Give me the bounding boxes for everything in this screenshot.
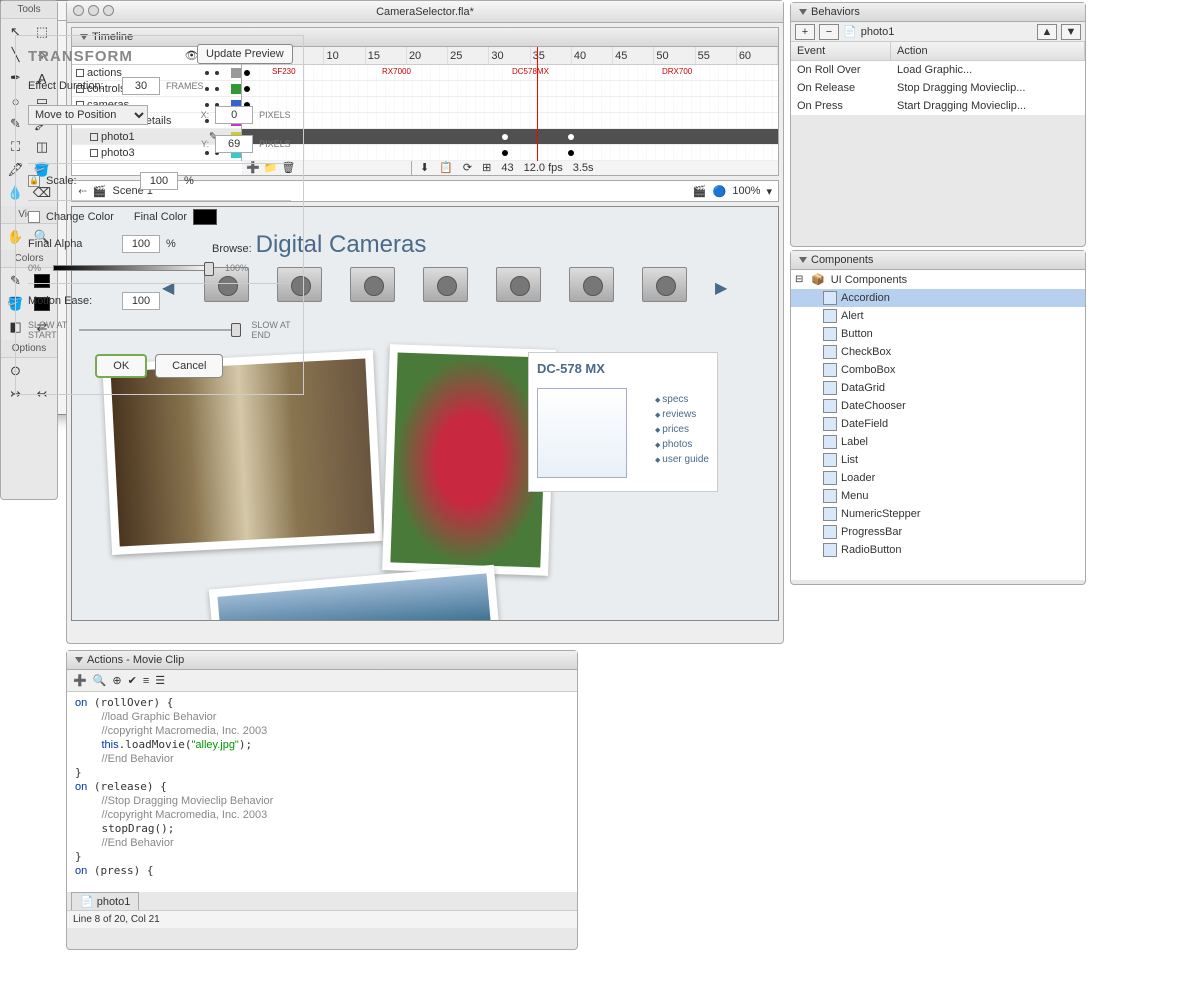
hint-button[interactable]: ☰	[155, 674, 165, 687]
component-datagrid[interactable]: DataGrid	[791, 379, 1085, 397]
target-button[interactable]: ⊕	[112, 674, 121, 687]
components-title: Components	[811, 254, 873, 266]
scale-input[interactable]	[140, 172, 178, 190]
camera-thumb-6[interactable]	[569, 267, 614, 302]
component-menu[interactable]: Menu	[791, 487, 1085, 505]
component-label[interactable]: Label	[791, 433, 1085, 451]
ease-slider[interactable]	[79, 329, 239, 331]
component-checkbox[interactable]: CheckBox	[791, 343, 1085, 361]
move-select[interactable]: Move to Position	[28, 105, 148, 125]
event-header[interactable]: Event	[791, 42, 891, 60]
link-specs[interactable]: specs	[655, 392, 709, 407]
playhead[interactable]	[537, 47, 538, 161]
camera-thumb-4[interactable]	[423, 267, 468, 302]
component-numstepper[interactable]: NumericStepper	[791, 505, 1085, 523]
x-input[interactable]	[215, 106, 253, 124]
zoom-value[interactable]: 100%	[732, 185, 760, 197]
edit-scene-icon[interactable]: 🎬	[693, 185, 707, 198]
edit-symbol-icon[interactable]: 🔵	[713, 185, 727, 198]
link-guide[interactable]: user guide	[655, 452, 709, 467]
move-down-button[interactable]: ▼	[1061, 24, 1081, 40]
product-diagram	[537, 388, 627, 478]
script-tab[interactable]: 📄 photo1	[71, 892, 139, 910]
behaviors-title: Behaviors	[811, 6, 860, 18]
component-alert[interactable]: Alert	[791, 307, 1085, 325]
update-preview-button[interactable]: Update Preview	[197, 44, 293, 64]
behavior-target: photo1	[861, 26, 895, 38]
camera-thumb-3[interactable]	[350, 267, 395, 302]
actions-toolbar: ➕ 🔍 ⊕ ✔ ≡ ☰	[67, 670, 577, 692]
component-list[interactable]: List	[791, 451, 1085, 469]
lock-icon[interactable]: 🔒	[28, 175, 40, 187]
component-combobox[interactable]: ComboBox	[791, 361, 1085, 379]
actions-title: Actions - Movie Clip	[87, 654, 184, 666]
duration-label: Effect Duration:	[28, 80, 116, 92]
format-button[interactable]: ≡	[143, 675, 149, 687]
remove-behavior-button[interactable]: −	[819, 24, 839, 40]
photo-coast[interactable]	[209, 565, 501, 621]
next-arrow[interactable]: ▶	[715, 278, 729, 292]
move-up-button[interactable]: ▲	[1037, 24, 1057, 40]
ease-input[interactable]	[122, 292, 160, 310]
add-script-button[interactable]: ➕	[73, 674, 87, 687]
check-button[interactable]: ✔	[128, 674, 137, 687]
duration-input[interactable]	[122, 77, 160, 95]
link-photos[interactable]: photos	[655, 437, 709, 452]
camera-thumb-7[interactable]	[642, 267, 687, 302]
frames-area[interactable]: 151015202530354045505560 SF230 RX7000 DC…	[242, 47, 778, 161]
camera-thumb-5[interactable]	[496, 267, 541, 302]
link-prices[interactable]: prices	[655, 422, 709, 437]
window-controls[interactable]	[73, 5, 114, 16]
behavior-row[interactable]: On ReleaseStop Dragging Movieclip...	[791, 79, 1085, 97]
product-name: DC-578 MX	[537, 361, 709, 376]
add-behavior-button[interactable]: +	[795, 24, 815, 40]
behaviors-panel: Behaviors + − 📄 photo1 ▲ ▼ Event Action …	[790, 2, 1086, 247]
component-progressbar[interactable]: ProgressBar	[791, 523, 1085, 541]
link-reviews[interactable]: reviews	[655, 407, 709, 422]
action-header[interactable]: Action	[891, 42, 1085, 60]
zoom-dropdown-icon[interactable]: ▾	[766, 185, 772, 198]
actions-panel: Actions - Movie Clip ➕ 🔍 ⊕ ✔ ≡ ☰ on (rol…	[66, 650, 578, 950]
y-input[interactable]	[215, 135, 253, 153]
component-button[interactable]: Button	[791, 325, 1085, 343]
find-button[interactable]: 🔍	[93, 674, 107, 687]
component-datefield[interactable]: DateField	[791, 415, 1085, 433]
components-panel: Components 📦 UI Components Accordion Ale…	[790, 250, 1086, 585]
cancel-button[interactable]: Cancel	[155, 354, 223, 378]
alpha-input[interactable]	[122, 235, 160, 253]
code-editor[interactable]: on (rollOver) { //load Graphic Behavior …	[67, 692, 577, 892]
components-folder[interactable]: 📦 UI Components	[791, 270, 1085, 289]
behavior-row[interactable]: On PressStart Dragging Movieclip...	[791, 97, 1085, 115]
ok-button[interactable]: OK	[95, 354, 147, 378]
document-title: CameraSelector.fla*	[376, 6, 474, 18]
elapsed-time: 3.5s	[573, 162, 594, 174]
component-radiobutton[interactable]: RadioButton	[791, 541, 1085, 559]
component-loader[interactable]: Loader	[791, 469, 1085, 487]
fps: 12.0 fps	[524, 162, 563, 174]
behavior-row[interactable]: On Roll OverLoad Graphic...	[791, 61, 1085, 79]
tools-title: Tools	[1, 1, 57, 19]
change-color-checkbox[interactable]	[28, 211, 40, 223]
product-info: DC-578 MX specs reviews prices photos us…	[528, 352, 718, 492]
final-color-swatch[interactable]	[193, 209, 217, 225]
current-frame: 43	[501, 162, 513, 174]
window-titlebar: CameraSelector.fla*	[67, 1, 783, 23]
target-icon: 📄	[843, 25, 857, 38]
component-accordion[interactable]: Accordion	[791, 289, 1085, 307]
component-datechooser[interactable]: DateChooser	[791, 397, 1085, 415]
frame-ruler[interactable]: 151015202530354045505560	[242, 47, 778, 65]
alpha-slider[interactable]	[53, 265, 213, 271]
actions-status: Line 8 of 20, Col 21	[67, 910, 577, 928]
